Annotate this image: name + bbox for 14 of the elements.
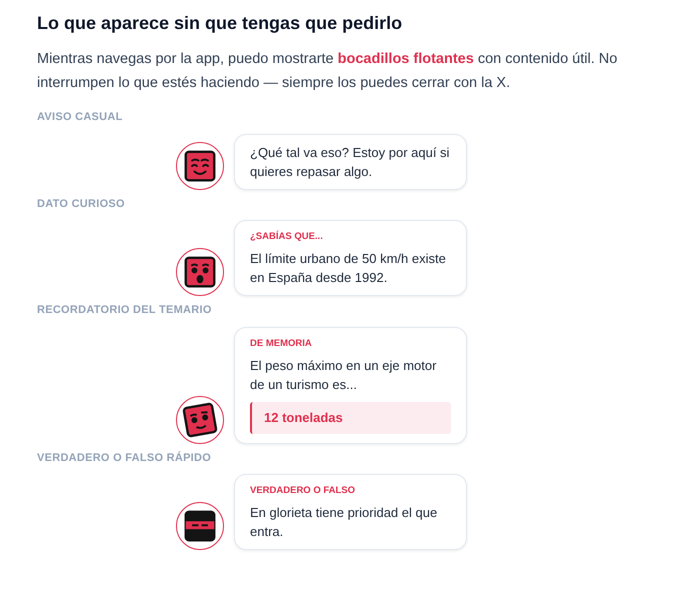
bubble-tag: DE MEMORIA bbox=[250, 336, 451, 351]
bubble-text: El límite urbano de 50 km/h existe en España desde 1992. bbox=[250, 250, 447, 288]
section-label: DATO CURIOSO bbox=[37, 196, 126, 212]
bubble-text: El peso máximo en un eje motor de un turismo es... bbox=[250, 357, 438, 394]
section-label: RECORDATORIO DEL TEMARIO bbox=[37, 303, 213, 318]
section-label: AVISO CASUAL bbox=[37, 110, 124, 125]
bubble-text: ¿Qué tal va eso? Estoy por aquí si quieres repasar algo. bbox=[250, 144, 450, 180]
bubble-tag: VERDADERO O FALSO bbox=[250, 484, 451, 498]
answer-box: 12 toneladas bbox=[250, 402, 451, 434]
section-label: VERDADERO O FALSO RÁPIDO bbox=[37, 450, 212, 466]
bubble-text: En glorieta tiene prioridad el que entra. bbox=[250, 504, 438, 542]
page-title: Lo que aparece sin que tengas que pedirlo bbox=[37, 12, 404, 35]
intro-text: Mientras navegas por la app, puedo mostrarte bocadillos flotantes con contenido útil. No interrumpen lo que estés haciendo — siempre los puedes cerrar con la X. bbox=[37, 50, 618, 93]
bubble-tag: ¿SABÍAS QUE... bbox=[250, 230, 451, 244]
